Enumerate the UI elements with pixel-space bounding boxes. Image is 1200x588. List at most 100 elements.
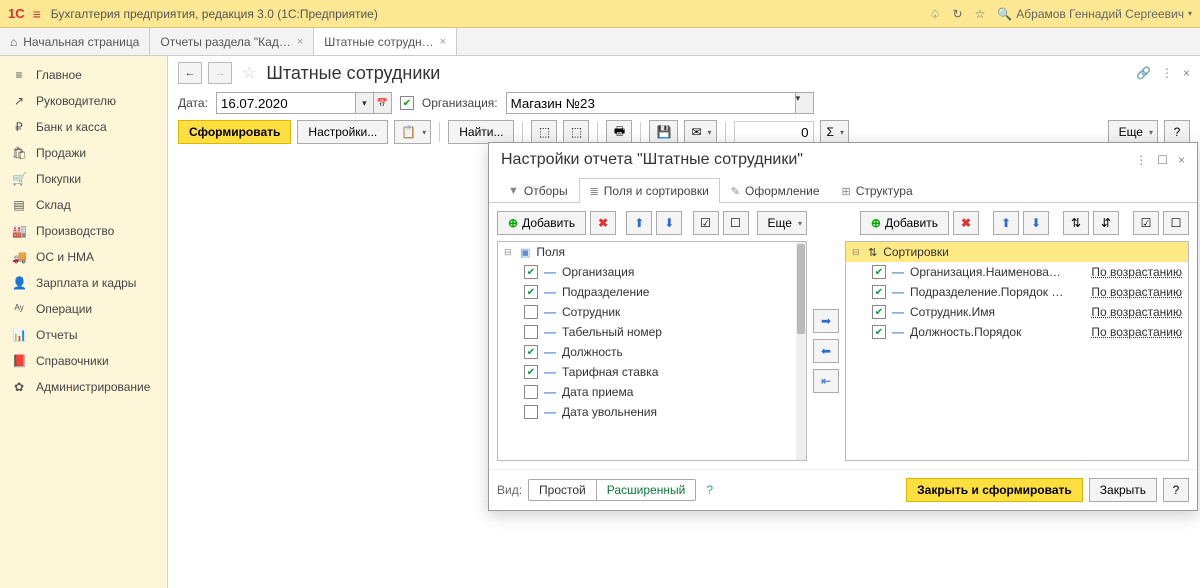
- star-icon[interactable]: ☆: [975, 7, 986, 21]
- sidebar-item-8[interactable]: 👤Зарплата и кадры: [0, 270, 167, 296]
- more-icon[interactable]: ⋮: [1161, 66, 1173, 80]
- sort-direction[interactable]: По возрастанию: [1091, 325, 1182, 339]
- sidebar-item-12[interactable]: ✿Администрирование: [0, 374, 167, 400]
- date-input[interactable]: [216, 92, 356, 114]
- close-button[interactable]: Закрыть: [1089, 478, 1157, 502]
- find-button[interactable]: Найти...: [448, 120, 514, 144]
- sort-direction[interactable]: По возрастанию: [1091, 265, 1182, 279]
- delete-sort-button[interactable]: ✖: [953, 211, 979, 235]
- fields-list[interactable]: ⊟ ▣ Поля ✔ — Организация ✔ — Подразделен…: [497, 241, 807, 461]
- field-checkbox[interactable]: [524, 405, 538, 419]
- move-right-button[interactable]: ➡: [813, 309, 839, 333]
- sort-row[interactable]: ✔ — Подразделение.Порядок … По возрастан…: [846, 282, 1188, 302]
- close-page-icon[interactable]: ×: [1183, 66, 1190, 80]
- dialog-maximize-icon[interactable]: ☐: [1157, 153, 1168, 167]
- collapse-icon[interactable]: ⊟: [504, 247, 514, 258]
- field-checkbox[interactable]: [524, 305, 538, 319]
- org-input[interactable]: [506, 92, 796, 114]
- field-row[interactable]: ✔ — Должность: [498, 342, 806, 362]
- sort-checkbox[interactable]: ✔: [872, 305, 886, 319]
- more-button[interactable]: Еще▾: [1108, 120, 1158, 144]
- field-row[interactable]: — Табельный номер: [498, 322, 806, 342]
- field-row[interactable]: — Дата увольнения: [498, 402, 806, 422]
- collapse-button[interactable]: ⬚: [563, 120, 589, 144]
- tab-filters[interactable]: ▼Отборы: [497, 178, 579, 203]
- sidebar-item-0[interactable]: ≡Главное: [0, 62, 167, 88]
- settings-button[interactable]: Настройки...: [297, 120, 388, 144]
- sort-direction[interactable]: По возрастанию: [1091, 285, 1182, 299]
- print-button[interactable]: 🖶: [606, 120, 632, 144]
- calendar-icon[interactable]: 📅: [374, 92, 392, 114]
- collapse-icon[interactable]: ⊟: [852, 247, 862, 258]
- sidebar-item-2[interactable]: ₽Банк и касса: [0, 114, 167, 140]
- sort-checkbox[interactable]: ✔: [872, 265, 886, 279]
- sort-row[interactable]: ✔ — Организация.Наименова… По возрастани…: [846, 262, 1188, 282]
- tab-fields-sort[interactable]: ≣Поля и сортировки: [579, 178, 720, 203]
- sort-asc-button[interactable]: ⇅: [1063, 211, 1089, 235]
- org-checkbox[interactable]: ✔: [400, 96, 414, 110]
- generate-button[interactable]: Сформировать: [178, 120, 291, 144]
- field-row[interactable]: ✔ — Организация: [498, 262, 806, 282]
- close-icon[interactable]: ×: [440, 36, 446, 48]
- sort-row[interactable]: ✔ — Должность.Порядок По возрастанию: [846, 322, 1188, 342]
- user-menu[interactable]: 🔍 Абрамов Геннадий Сергеевич ▾: [997, 7, 1192, 21]
- scrollbar[interactable]: [796, 242, 806, 460]
- save-button[interactable]: 💾: [649, 120, 678, 144]
- sidebar-item-1[interactable]: ↗Руководителю: [0, 88, 167, 114]
- sidebar-item-3[interactable]: 🛍Продажи: [0, 140, 167, 166]
- field-row[interactable]: — Дата приема: [498, 382, 806, 402]
- sidebar-item-10[interactable]: 📊Отчеты: [0, 322, 167, 348]
- sidebar-item-11[interactable]: 📕Справочники: [0, 348, 167, 374]
- field-checkbox[interactable]: [524, 385, 538, 399]
- sum-field[interactable]: [734, 121, 814, 143]
- tab-home[interactable]: ⌂ Начальная страница: [0, 28, 150, 55]
- history-icon[interactable]: ↻: [953, 7, 963, 21]
- favorite-icon[interactable]: ☆: [242, 63, 256, 83]
- date-dropdown[interactable]: ▾: [356, 92, 374, 114]
- tab-design[interactable]: ✎Оформление: [720, 178, 831, 203]
- field-checkbox[interactable]: ✔: [524, 365, 538, 379]
- sort-row[interactable]: ✔ — Сотрудник.Имя По возрастанию: [846, 302, 1188, 322]
- menu-icon[interactable]: ≡: [33, 6, 41, 22]
- uncheck-all-button[interactable]: ☐: [723, 211, 749, 235]
- tab-reports[interactable]: Отчеты раздела "Кад… ×: [150, 28, 314, 55]
- dialog-help-button[interactable]: ?: [1163, 478, 1189, 502]
- copy-button[interactable]: 📋▾: [394, 120, 431, 144]
- expand-button[interactable]: ⬚: [531, 120, 557, 144]
- add-sort-button[interactable]: ⊕ Добавить: [860, 211, 949, 235]
- sort-desc-button[interactable]: ⇵: [1093, 211, 1119, 235]
- fields-more-button[interactable]: Еще▾: [757, 211, 807, 235]
- field-checkbox[interactable]: ✔: [524, 345, 538, 359]
- sidebar-item-5[interactable]: ▤Склад: [0, 192, 167, 218]
- sorts-list[interactable]: ⊟ ⇅ Сортировки ✔ — Организация.Наименова…: [845, 241, 1189, 461]
- close-generate-button[interactable]: Закрыть и сформировать: [906, 478, 1083, 502]
- move-up-button[interactable]: ⬆: [626, 211, 652, 235]
- help-button[interactable]: ?: [1164, 120, 1190, 144]
- sort-checkbox[interactable]: ✔: [872, 325, 886, 339]
- dialog-close-icon[interactable]: ×: [1178, 153, 1185, 167]
- org-dropdown[interactable]: ▾: [796, 92, 814, 114]
- forward-button[interactable]: →: [208, 62, 232, 84]
- sidebar-item-7[interactable]: 🚚ОС и НМА: [0, 244, 167, 270]
- tab-structure[interactable]: ⊞Структура: [831, 178, 924, 203]
- field-checkbox[interactable]: ✔: [524, 285, 538, 299]
- sidebar-item-6[interactable]: 🏭Производство: [0, 218, 167, 244]
- move-left-button[interactable]: ⬅: [813, 339, 839, 363]
- dialog-more-icon[interactable]: ⋮: [1135, 153, 1147, 167]
- delete-field-button[interactable]: ✖: [590, 211, 616, 235]
- field-row[interactable]: — Сотрудник: [498, 302, 806, 322]
- sort-move-up-button[interactable]: ⬆: [993, 211, 1019, 235]
- move-all-left-button[interactable]: ⇤: [813, 369, 839, 393]
- sort-check-all-button[interactable]: ☑: [1133, 211, 1159, 235]
- mail-button[interactable]: ✉▾: [684, 120, 716, 144]
- sigma-button[interactable]: Σ▾: [820, 120, 849, 144]
- sort-checkbox[interactable]: ✔: [872, 285, 886, 299]
- back-button[interactable]: ←: [178, 62, 202, 84]
- sort-move-down-button[interactable]: ⬇: [1023, 211, 1049, 235]
- move-down-button[interactable]: ⬇: [656, 211, 682, 235]
- view-advanced-button[interactable]: Расширенный: [597, 480, 696, 500]
- sidebar-item-4[interactable]: 🛒Покупки: [0, 166, 167, 192]
- tab-staff[interactable]: Штатные сотрудн… ×: [314, 28, 457, 55]
- view-simple-button[interactable]: Простой: [529, 480, 597, 500]
- field-row[interactable]: ✔ — Подразделение: [498, 282, 806, 302]
